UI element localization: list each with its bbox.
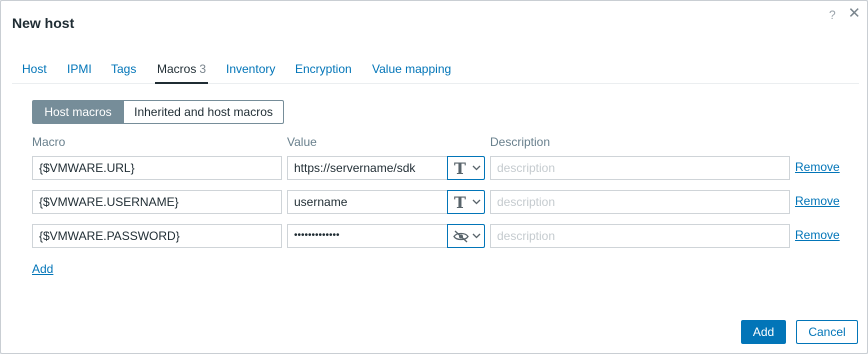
chevron-down-icon xyxy=(472,233,481,239)
macro-secret-value-input[interactable]: ••••••••••••• xyxy=(287,224,448,248)
macro-description-input[interactable]: description xyxy=(490,224,790,248)
macro-description-input[interactable]: description xyxy=(490,190,790,214)
add-button[interactable]: Add xyxy=(741,320,786,344)
tab-tags[interactable]: Tags xyxy=(111,62,136,84)
tab-encryption[interactable]: Encryption xyxy=(295,62,352,84)
tab-inventory[interactable]: Inventory xyxy=(226,62,275,84)
column-header-macro: Macro xyxy=(32,135,66,149)
macro-name-input[interactable]: {$VMWARE.URL} xyxy=(32,156,282,180)
value-type-dropdown[interactable]: T xyxy=(447,156,485,180)
remove-macro-link[interactable]: Remove xyxy=(795,228,840,242)
help-icon[interactable]: ? xyxy=(829,8,836,22)
tab-label: Tags xyxy=(111,62,137,76)
cancel-button[interactable]: Cancel xyxy=(796,320,858,344)
tab-value-mapping[interactable]: Value mapping xyxy=(372,62,451,84)
tab-count: 3 xyxy=(199,62,207,76)
host-macros-toggle[interactable]: Host macros xyxy=(32,100,124,124)
macro-description-input[interactable]: description xyxy=(490,156,790,180)
macro-row: {$VMWARE.PASSWORD} ••••••••••••• descrip… xyxy=(1,224,868,248)
chevron-down-icon xyxy=(472,199,481,205)
tab-label: Encryption xyxy=(295,62,352,76)
tab-label: Value mapping xyxy=(372,62,452,76)
close-icon[interactable]: ✕ xyxy=(848,6,861,21)
text-type-icon: T xyxy=(454,159,466,178)
column-header-value: Value xyxy=(287,135,317,149)
tab-ipmi[interactable]: IPMI xyxy=(67,62,92,84)
macro-value-input[interactable]: username xyxy=(287,190,448,214)
add-macro-link[interactable]: Add xyxy=(32,262,53,276)
eye-off-icon xyxy=(453,230,469,243)
macro-row: {$VMWARE.URL} https://servername/sdk T d… xyxy=(1,156,868,180)
value-type-dropdown[interactable]: T xyxy=(447,190,485,214)
macro-name-input[interactable]: {$VMWARE.PASSWORD} xyxy=(32,224,282,248)
value-type-dropdown[interactable] xyxy=(447,224,485,248)
tab-label: IPMI xyxy=(67,62,92,76)
tab-bar: Host IPMI Tags Macros 3 Inventory Encrypt… xyxy=(12,53,859,84)
macro-name-input[interactable]: {$VMWARE.USERNAME} xyxy=(32,190,282,214)
dialog-title: New host xyxy=(12,15,75,31)
tab-label: Host xyxy=(22,62,47,76)
remove-macro-link[interactable]: Remove xyxy=(795,160,840,174)
tab-host[interactable]: Host xyxy=(22,62,47,84)
macro-row: {$VMWARE.USERNAME} username T descriptio… xyxy=(1,190,868,214)
tab-label: Inventory xyxy=(226,62,276,76)
remove-macro-link[interactable]: Remove xyxy=(795,194,840,208)
macro-value-input[interactable]: https://servername/sdk xyxy=(287,156,448,180)
tab-macros[interactable]: Macros 3 xyxy=(155,62,209,84)
new-host-dialog: New host ? ✕ Host IPMI Tags Macros 3 Inve… xyxy=(0,0,868,354)
tab-label: Macros xyxy=(157,62,197,76)
chevron-down-icon xyxy=(472,165,481,171)
inherited-macros-toggle[interactable]: Inherited and host macros xyxy=(123,100,284,124)
column-header-description: Description xyxy=(490,135,551,149)
text-type-icon: T xyxy=(454,193,466,212)
